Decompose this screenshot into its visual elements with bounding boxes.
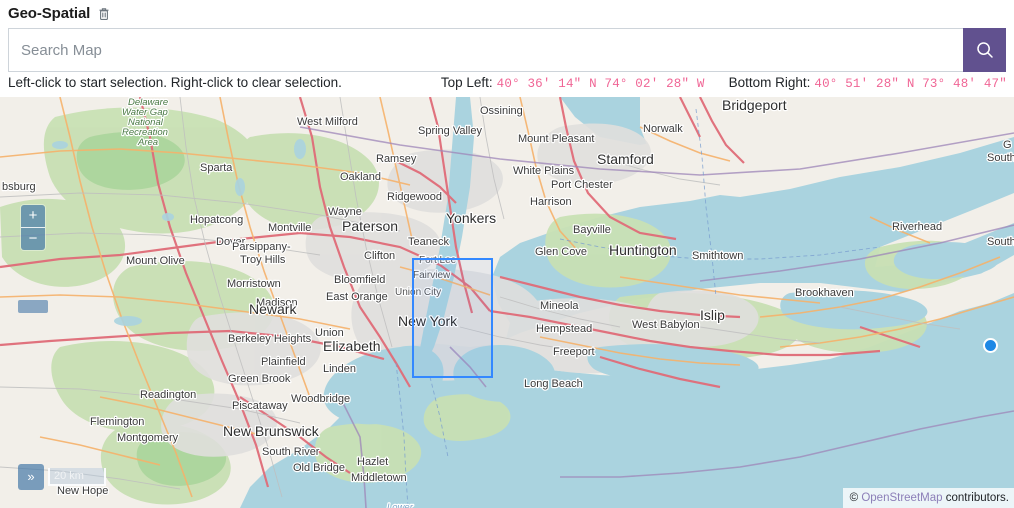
trash-icon[interactable]: [96, 5, 112, 23]
top-left-label: Top Left:: [440, 75, 493, 90]
map-viewport[interactable]: Delaware Water Gap National Recreation Area W…: [0, 97, 1014, 508]
map-attribution: © OpenStreetMap contributors.: [842, 488, 1014, 508]
map-marker[interactable]: [983, 338, 998, 353]
bottom-right-coordinates: Bottom Right: 40° 51' 28" N 73° 48' 47" …: [729, 75, 1014, 91]
zoom-in-button[interactable]: +: [21, 205, 45, 227]
map-bottom-controls: » 20 km: [18, 464, 106, 490]
search-icon: [975, 40, 995, 60]
top-left-coordinates: Top Left: 40° 36' 14" N 74° 02' 28" W: [441, 75, 705, 91]
search-bar: [8, 28, 1006, 72]
attribution-copyright: ©: [849, 492, 862, 504]
page-title: Geo-Spatial: [8, 4, 91, 22]
search-button[interactable]: [963, 28, 1006, 72]
info-row: Left-click to start selection. Right-cli…: [8, 75, 1014, 94]
expand-sidebar-button[interactable]: »: [18, 464, 44, 490]
bottom-right-label: Bottom Right:: [728, 75, 811, 90]
panel-header: Geo-Spatial: [0, 0, 1014, 24]
layers-control[interactable]: [18, 300, 48, 313]
map-tiles: [0, 97, 1014, 508]
search-input[interactable]: [8, 28, 963, 72]
selection-hint: Left-click to start selection. Right-cli…: [8, 75, 342, 90]
attribution-suffix: contributors.: [942, 492, 1009, 504]
top-left-value: 40° 36' 14" N 74° 02' 28" W: [496, 77, 705, 91]
zoom-out-button[interactable]: −: [21, 227, 45, 250]
bottom-right-value: 40° 51' 28" N 73° 48' 47" W: [814, 77, 1014, 91]
zoom-controls: + −: [21, 205, 45, 250]
openstreetmap-link[interactable]: OpenStreetMap: [861, 492, 942, 504]
scale-bar: 20 km: [48, 468, 106, 486]
